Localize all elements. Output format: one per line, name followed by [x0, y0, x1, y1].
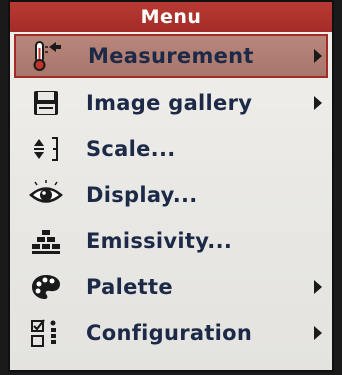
- menu-item-image-gallery[interactable]: Image gallery: [10, 80, 332, 126]
- submenu-arrow-icon: [314, 49, 322, 63]
- menu-item-display[interactable]: Display...: [10, 172, 332, 218]
- menu-title-bar: Menu: [10, 2, 332, 32]
- menu-item-label: Emissivity...: [86, 229, 233, 253]
- menu-item-configuration[interactable]: Configuration: [10, 310, 332, 356]
- menu-item-scale[interactable]: Scale...: [10, 126, 332, 172]
- submenu-arrow-icon: [314, 280, 322, 294]
- menu-item-label: Palette: [86, 275, 173, 299]
- palette-icon: [24, 269, 68, 305]
- menu-item-label: Display...: [86, 183, 198, 207]
- scale-icon: [24, 131, 68, 167]
- floppy-disk-icon: [24, 85, 68, 121]
- menu-screen: Menu Measurement Image gallery Scale... …: [8, 0, 334, 372]
- menu-item-emissivity[interactable]: Emissivity...: [10, 218, 332, 264]
- menu-item-label: Image gallery: [86, 91, 253, 115]
- submenu-arrow-icon: [314, 96, 322, 110]
- menu-item-label: Measurement: [88, 44, 254, 68]
- menu-item-palette[interactable]: Palette: [10, 264, 332, 310]
- bricks-icon: [24, 223, 68, 259]
- thermometer-icon: [24, 38, 68, 74]
- menu-item-label: Configuration: [86, 321, 253, 345]
- submenu-arrow-icon: [314, 326, 322, 340]
- menu-item-label: Scale...: [86, 137, 176, 161]
- menu-list: Measurement Image gallery Scale... Displ…: [10, 34, 332, 356]
- menu-title: Menu: [140, 6, 202, 28]
- configuration-icon: [24, 315, 68, 351]
- menu-item-measurement[interactable]: Measurement: [14, 34, 328, 78]
- eye-icon: [24, 177, 68, 213]
